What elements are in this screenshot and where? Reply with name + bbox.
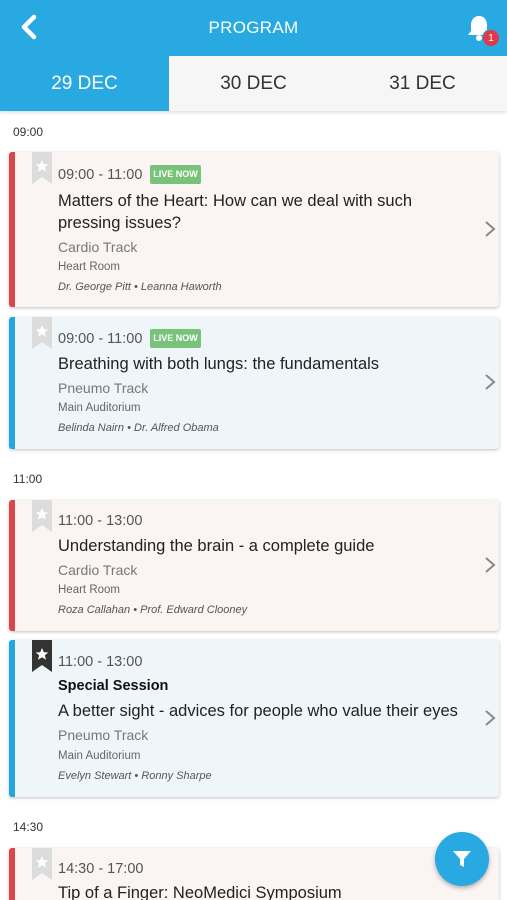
session-title: Breathing with both lungs: the fundament… [58,355,380,373]
session-speakers: Dr. George Pitt • Leanna Haworth [58,281,222,293]
chevron-right-icon [483,219,497,239]
notification-badge: 1 [482,29,500,47]
bookmark-toggle[interactable] [32,152,52,184]
notifications-button[interactable]: 1 [464,12,500,47]
bookmark-toggle[interactable] [32,640,52,672]
tab-29-dec[interactable]: 29 DEC [0,56,169,111]
session-time: 09:00 - 11:00 [58,167,143,183]
filter-icon [453,851,471,867]
session-time: 11:00 - 13:00 [58,513,143,529]
session-time: 11:00 - 13:00 [58,654,143,670]
time-group-label: 14:30 [13,820,44,834]
bookmark-toggle[interactable] [32,848,52,880]
bookmark-star-icon [32,848,52,880]
session-card[interactable]: 11:00 - 13:00 Understanding the brain - … [9,500,499,631]
session-card[interactable]: 11:00 - 13:00 Special Session A better s… [9,640,499,797]
page-title: PROGRAM [208,18,299,37]
session-track: Cardio Track [58,562,138,578]
session-room: Heart Room [58,261,120,273]
session-track: Pneumo Track [58,727,149,743]
session-title: Tip of a Finger: NeoMedici Symposium [58,884,342,900]
session-room: Main Auditorium [58,750,141,762]
live-now-badge: LIVE NOW [150,329,201,348]
session-speakers: Roza Callahan • Prof. Edward Clooney [58,604,248,616]
bookmark-toggle[interactable] [32,500,52,532]
session-card[interactable]: 14:30 - 17:00 Tip of a Finger: NeoMedici… [9,848,499,900]
tab-31-dec[interactable]: 31 DEC [338,56,507,111]
session-track: Pneumo Track [58,380,149,396]
chevron-right-icon [483,555,497,575]
app-header: PROGRAM 1 [0,0,507,56]
session-card[interactable]: 09:00 - 11:00 LIVE NOW Matters of the He… [9,152,499,307]
session-time: 14:30 - 17:00 [58,861,144,877]
session-title: Matters of the Heart: How can we deal wi… [58,192,412,232]
bookmark-star-icon [32,500,52,532]
special-session-label: Special Session [58,678,169,694]
session-track: Cardio Track [58,239,138,255]
chevron-right-icon [483,372,497,392]
filter-button[interactable] [435,832,489,886]
tab-30-dec[interactable]: 30 DEC [169,56,338,111]
bookmark-star-icon [32,317,52,349]
session-speakers: Belinda Nairn • Dr. Alfred Obama [58,422,219,434]
bookmark-toggle[interactable] [32,317,52,349]
session-title: Understanding the brain - a complete gui… [58,537,375,555]
session-time: 09:00 - 11:00 [58,331,143,347]
session-speakers: Evelyn Stewart • Ronny Sharpe [58,770,212,782]
chevron-right-icon [483,708,497,728]
session-room: Heart Room [58,584,120,596]
bookmark-star-icon [32,152,52,184]
live-now-badge: LIVE NOW [150,165,201,184]
time-group-label: 11:00 [13,472,43,486]
time-group-label: 09:00 [13,125,44,139]
session-title: A better sight - advices for people who … [58,702,458,720]
session-room: Main Auditorium [58,402,141,414]
session-card[interactable]: 09:00 - 11:00 LIVE NOW Breathing with bo… [9,317,499,449]
bookmark-star-icon [32,640,52,672]
day-tabs: 29 DEC 30 DEC 31 DEC [0,56,507,111]
